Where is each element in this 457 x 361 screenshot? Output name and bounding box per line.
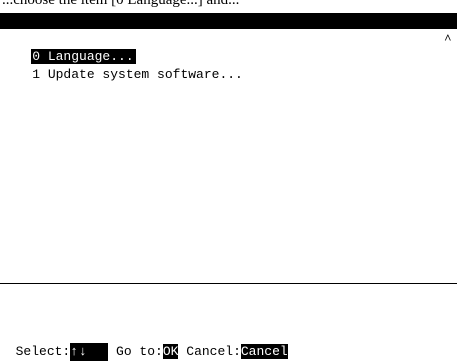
scroll-up-indicator-icon: ^ bbox=[444, 31, 452, 46]
menu-item-label: 1 Update system software... bbox=[32, 67, 243, 82]
footer-divider bbox=[0, 283, 457, 284]
select-key[interactable]: ↑↓ bbox=[70, 343, 109, 361]
previous-text-strip: ...choose the item [0 Language...] and..… bbox=[0, 0, 457, 12]
cancel-key[interactable]: Cancel bbox=[240, 344, 288, 359]
menu-list: 0 Language... 1 Update system software..… bbox=[0, 30, 457, 282]
ok-key[interactable]: OK bbox=[162, 344, 179, 359]
title-bar: Program Mode bbox=[0, 13, 457, 44]
cancel-hint-label: Cancel: bbox=[186, 344, 241, 359]
previous-text: ...choose the item [0 Language...] and..… bbox=[2, 0, 240, 8]
menu-item-language[interactable]: 0 Language... bbox=[0, 30, 136, 64]
goto-hint-label: Go to: bbox=[116, 344, 163, 359]
menu-item-update-system-software[interactable]: 1 Update system software... bbox=[0, 48, 245, 82]
key-hint-bar: Select:↑↓ Go to:OK Cancel:Cancel bbox=[0, 325, 288, 361]
select-hint-label: Select: bbox=[15, 344, 71, 359]
